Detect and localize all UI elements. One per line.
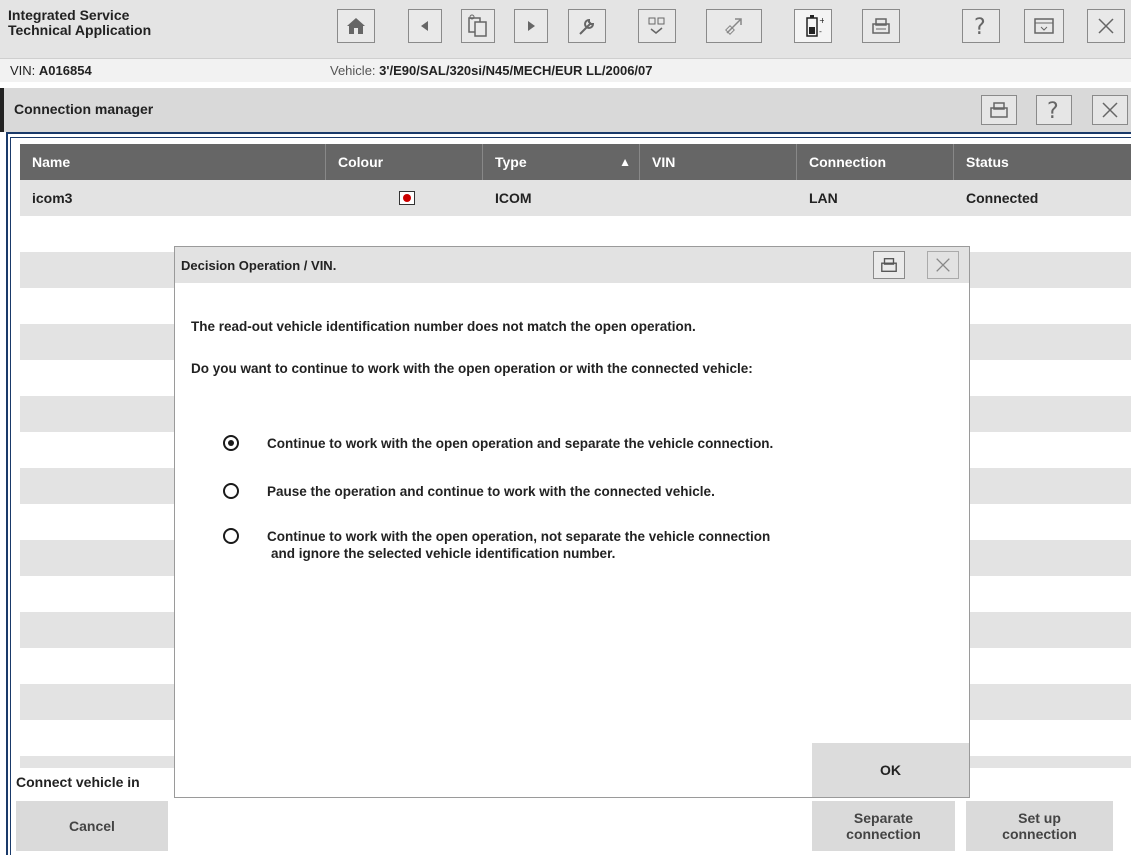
dialog-print-button[interactable] [873, 251, 905, 279]
dialog-title: Decision Operation / VIN. [181, 258, 337, 273]
option-ignore-vin[interactable]: Continue to work with the open operation… [215, 528, 955, 568]
help-button[interactable]: ? [962, 9, 1000, 43]
setup-label-line1: Set up [1018, 810, 1061, 826]
home-button[interactable] [337, 9, 375, 43]
dialog-close-button[interactable] [927, 251, 959, 279]
dialog-message-2: Do you want to continue to work with the… [191, 361, 753, 376]
cell-status: Connected [966, 190, 1039, 206]
column-header-vin[interactable]: VIN [640, 144, 797, 180]
cm-print-button[interactable] [981, 95, 1017, 125]
wrench-icon [579, 18, 595, 35]
sort-ascending-icon: ▲ [619, 155, 631, 169]
vehicle-info: Vehicle: 3'/E90/SAL/320si/N45/MECH/EUR L… [330, 63, 653, 78]
minimize-button[interactable] [1024, 9, 1064, 43]
column-header-connection[interactable]: Connection [797, 144, 954, 180]
connection-manager-title: Connection manager [14, 101, 154, 117]
close-icon [1102, 102, 1118, 118]
ok-button[interactable]: OK [812, 743, 969, 797]
app-title-line2: Technical Application [8, 22, 152, 38]
close-icon [936, 258, 950, 272]
column-header-status[interactable]: Status [954, 144, 1131, 180]
red-dot-icon [403, 194, 411, 202]
column-header-colour[interactable]: Colour [326, 144, 483, 180]
option-label: Pause the operation and continue to work… [267, 484, 715, 499]
dialog-message-1: The read-out vehicle identification numb… [191, 319, 696, 334]
help-icon: ? [974, 15, 986, 38]
svg-text:+: + [819, 16, 824, 25]
column-header-type[interactable]: Type ▲ [483, 144, 640, 180]
service-button[interactable] [568, 9, 606, 43]
print-icon [872, 18, 890, 34]
separate-connection-button[interactable]: Separate connection [812, 801, 955, 851]
svg-text:?: ? [974, 15, 986, 38]
back-button[interactable] [408, 9, 442, 43]
cable-icon [725, 18, 742, 35]
svg-text:-: - [819, 27, 822, 36]
connection-manager-header: Connection manager ? [0, 88, 1131, 132]
cm-help-button[interactable]: ? [1036, 95, 1072, 125]
column-header-name[interactable]: Name [20, 144, 326, 180]
vin-value: A016854 [38, 63, 92, 78]
radio-button-selected[interactable] [223, 435, 239, 451]
vehicle-value: 3'/E90/SAL/320si/N45/MECH/EUR LL/2006/07 [379, 63, 653, 78]
vehicle-info-bar: VIN: A016854 Vehicle: 3'/E90/SAL/320si/N… [0, 58, 1131, 82]
option-pause-operation[interactable]: Pause the operation and continue to work… [215, 483, 955, 519]
separate-label-line2: connection [846, 826, 921, 842]
clipboard-icon [468, 14, 487, 37]
connection-button[interactable] [706, 9, 762, 43]
back-arrow-icon [421, 21, 428, 31]
print-icon [990, 102, 1008, 118]
colour-indicator [399, 191, 415, 205]
help-icon: ? [1047, 99, 1059, 122]
connect-info-text: Connect vehicle in [16, 774, 140, 790]
option-separate-connection[interactable]: Continue to work with the open operation… [215, 435, 955, 471]
table-row[interactable]: icom3 ICOM LAN Connected [20, 180, 1131, 216]
svg-text:?: ? [1047, 99, 1059, 122]
column-header-type-label: Type [495, 154, 527, 170]
close-icon [1098, 18, 1114, 34]
history-button[interactable] [461, 9, 495, 43]
vehicle-test-button[interactable] [638, 9, 676, 43]
cell-vin [640, 180, 652, 216]
battery-button[interactable]: + - [794, 9, 832, 43]
cell-type: ICOM [495, 190, 532, 206]
table-header: Name Colour Type ▲ VIN Connection Status [20, 144, 1131, 180]
setup-connection-button[interactable]: Set up connection [966, 801, 1113, 851]
cell-connection: LAN [809, 190, 838, 206]
forward-arrow-icon [528, 21, 535, 31]
vehicle-label: Vehicle: [330, 63, 376, 78]
radio-button[interactable] [223, 528, 239, 544]
cancel-button[interactable]: Cancel [16, 801, 168, 851]
battery-icon: +- [806, 15, 824, 37]
home-icon [347, 18, 365, 34]
setup-label-line2: connection [1002, 826, 1077, 842]
radio-button[interactable] [223, 483, 239, 499]
app-title: Integrated Service Technical Application [8, 8, 151, 38]
option-label: Continue to work with the open operation… [267, 436, 774, 451]
top-header: Integrated Service Technical Application… [0, 0, 1131, 58]
cm-close-button[interactable] [1092, 95, 1128, 125]
option-label-line1: Continue to work with the open operation… [267, 529, 771, 544]
cell-name: icom3 [32, 190, 73, 206]
vin-label: VIN: [10, 63, 36, 78]
decision-dialog: Decision Operation / VIN. The read-out v… [174, 246, 970, 798]
minimize-icon [1034, 18, 1054, 34]
app-title-line1: Integrated Service [8, 7, 130, 23]
vin-info: VIN: A016854 [10, 63, 92, 78]
vehicle-tester-icon [648, 17, 665, 34]
forward-button[interactable] [514, 9, 548, 43]
print-button[interactable] [862, 9, 900, 43]
option-label-line2: and ignore the selected vehicle identifi… [271, 546, 616, 561]
print-icon [881, 258, 897, 272]
close-app-button[interactable] [1087, 9, 1125, 43]
dialog-header: Decision Operation / VIN. [175, 247, 969, 283]
separate-label-line1: Separate [853, 810, 914, 826]
